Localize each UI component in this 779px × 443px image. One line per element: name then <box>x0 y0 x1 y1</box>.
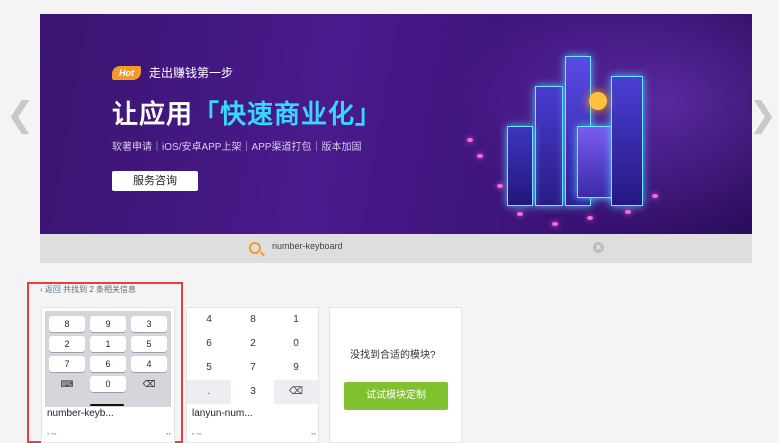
hot-badge: Hot <box>112 65 141 80</box>
custom-module-card: 没找到合适的模块? 试试模块定制 <box>329 307 462 443</box>
key: 8 <box>49 316 85 332</box>
banner-title-prefix: 让应用 <box>112 99 194 129</box>
key: 1 <box>293 314 299 325</box>
key: 2 <box>250 338 256 349</box>
home-indicator <box>90 404 124 406</box>
key: 4 <box>206 314 212 325</box>
key: 7 <box>250 362 256 373</box>
hot-row: Hot 走出赚钱第一步 <box>112 64 233 81</box>
search-icon <box>249 242 261 254</box>
card-name: lanyun-num... <box>192 408 253 419</box>
key: 1 <box>90 336 126 352</box>
keyboard-preview: 8 9 3 2 1 5 7 6 4 ⌨ 0 ⌫ <box>45 311 171 407</box>
banner-subtitle: 软著申请｜iOS/安卓APP上架｜APP渠道打包｜版本加固 <box>112 142 362 153</box>
module-card[interactable]: 8 9 3 2 1 5 7 6 4 ⌨ 0 ⌫ number-keyb... ▪… <box>41 307 175 443</box>
hot-text: 走出赚钱第一步 <box>149 66 234 80</box>
key: 5 <box>131 336 167 352</box>
keyboard-key-icon: ⌨ <box>49 376 85 392</box>
key: 4 <box>131 356 167 372</box>
key: 2 <box>49 336 85 352</box>
keyboard-preview: 4 8 1 6 2 0 5 7 9 . 3 ⌫ <box>187 308 318 406</box>
card-footer: ▪ ▪▪ ▪▪ <box>192 431 316 438</box>
banner-title-highlight: 「快速商业化」 <box>193 99 383 129</box>
key: 6 <box>90 356 126 372</box>
search-bar: number-keyboard ✕ <box>40 234 752 263</box>
key: 5 <box>206 362 212 373</box>
carousel-prev-icon[interactable]: ❮ <box>6 95 35 135</box>
carousel-next-icon[interactable]: ❯ <box>749 95 778 135</box>
key: 3 <box>250 386 256 397</box>
backspace-icon: ⌫ <box>131 376 167 392</box>
key: 6 <box>206 338 212 349</box>
card-name: number-keyb... <box>47 408 114 419</box>
consult-button[interactable]: 服务咨询 <box>112 171 198 191</box>
page: ❮ ❯ Hot 走出赚钱第一步 让应用「快速商业化」 软著申请｜iOS/安卓AP… <box>0 0 779 443</box>
key: 8 <box>250 314 256 325</box>
search-input[interactable]: number-keyboard <box>272 241 343 251</box>
key: 0 <box>90 376 126 392</box>
promo-banner[interactable]: Hot 走出赚钱第一步 让应用「快速商业化」 软著申请｜iOS/安卓APP上架｜… <box>40 14 752 234</box>
key: 9 <box>293 362 299 373</box>
card-footer: ▪ ▪▪ ▪▪ <box>47 431 171 438</box>
clear-icon[interactable]: ✕ <box>593 242 604 253</box>
module-card[interactable]: 4 8 1 6 2 0 5 7 9 . 3 ⌫ lanyun-num... ▪ … <box>186 307 319 443</box>
city-illustration <box>467 34 667 229</box>
not-found-text: 没找到合适的模块? <box>350 350 436 361</box>
key: . <box>187 380 231 404</box>
key: 9 <box>90 316 126 332</box>
key: 3 <box>131 316 167 332</box>
key: 7 <box>49 356 85 372</box>
key: 0 <box>293 338 299 349</box>
backspace-icon: ⌫ <box>274 380 318 404</box>
banner-title: 让应用「快速商业化」 <box>112 94 382 131</box>
custom-module-button[interactable]: 试试模块定制 <box>344 382 448 410</box>
